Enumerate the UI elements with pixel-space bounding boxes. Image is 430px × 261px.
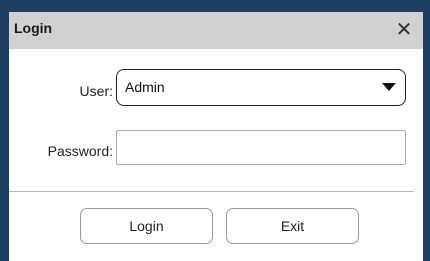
title-bar: Login ✕ [9, 12, 423, 49]
close-button[interactable]: ✕ [393, 17, 415, 43]
user-select-value: Admin [125, 79, 165, 95]
exit-button[interactable]: Exit [226, 208, 359, 244]
user-label: User: [79, 83, 113, 99]
login-dialog: Login ✕ User: Admin Password: Login Exit [0, 0, 430, 261]
password-field[interactable] [116, 130, 406, 165]
password-label: Password: [47, 143, 113, 159]
close-icon: ✕ [395, 19, 413, 41]
chevron-down-icon [382, 83, 396, 91]
divider [9, 191, 414, 192]
user-select[interactable]: Admin [116, 69, 406, 106]
login-button[interactable]: Login [80, 208, 213, 244]
window-title: Login [14, 20, 53, 36]
